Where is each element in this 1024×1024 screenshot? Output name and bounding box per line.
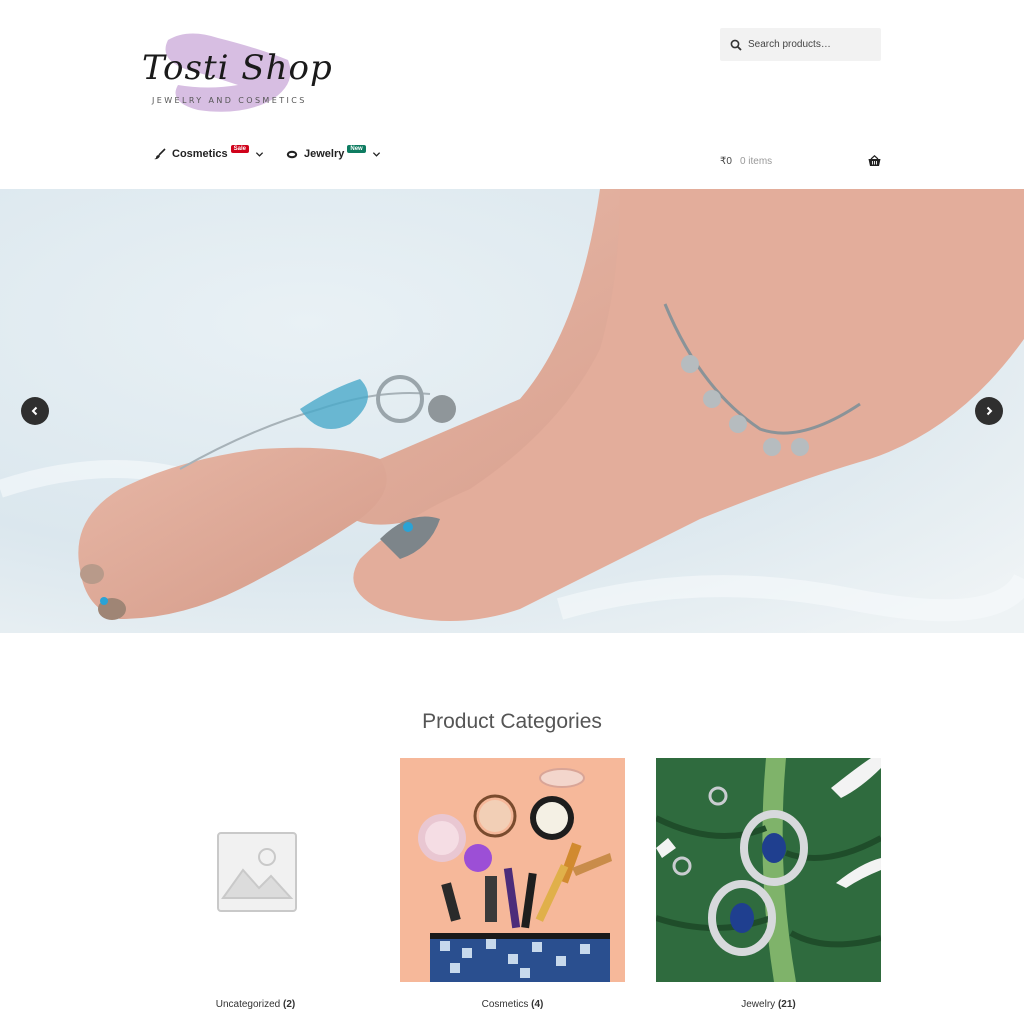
ring-icon (286, 150, 298, 159)
category-count: (2) (283, 999, 296, 1010)
chevron-down-icon[interactable] (255, 150, 264, 159)
cart-amount: ₹0 (720, 155, 732, 167)
primary-nav: Cosmetics Sale Jewelry New (154, 145, 381, 160)
category-image[interactable] (656, 758, 881, 982)
category-name: Jewelry (741, 999, 776, 1010)
chevron-right-icon (986, 406, 993, 416)
category-name: Cosmetics (481, 999, 529, 1010)
sale-badge: Sale (230, 145, 249, 153)
brush-icon (154, 148, 166, 160)
hero-slider (0, 189, 1024, 633)
placeholder-image-icon (143, 758, 368, 982)
hero-image-feet-jewelry (0, 189, 1024, 633)
product-search[interactable] (720, 28, 881, 61)
search-input[interactable] (748, 39, 868, 50)
category-name: Uncategorized (215, 999, 281, 1010)
new-badge: New (347, 145, 366, 153)
basket-icon[interactable] (868, 155, 881, 167)
category-label[interactable]: Cosmetics (4) (400, 999, 625, 1010)
category-count: (21) (777, 999, 796, 1010)
slider-prev-button[interactable] (21, 397, 49, 425)
category-card-jewelry[interactable]: Jewelry (21) (656, 758, 881, 1010)
nav-item-jewelry[interactable]: Jewelry New (286, 145, 381, 160)
category-card-cosmetics[interactable]: Cosmetics (4) (400, 758, 625, 1010)
nav-item-cosmetics[interactable]: Cosmetics Sale (154, 145, 264, 160)
category-image[interactable] (143, 758, 368, 982)
site-logo[interactable]: Tosti Shop JEWELRY AND COSMETICS (140, 28, 332, 118)
header-cart[interactable]: ₹0 0 items (720, 155, 881, 167)
category-label[interactable]: Uncategorized (2) (143, 999, 368, 1010)
cart-item-count: 0 items (739, 155, 773, 167)
category-count: (4) (531, 999, 544, 1010)
nav-label-jewelry: Jewelry (303, 148, 345, 160)
nav-label-cosmetics: Cosmetics (172, 148, 228, 160)
category-label[interactable]: Jewelry (21) (656, 999, 881, 1010)
cosmetics-photo (400, 758, 625, 982)
chevron-down-icon[interactable] (372, 150, 381, 159)
slider-next-button[interactable] (975, 397, 1003, 425)
category-image[interactable] (400, 758, 625, 982)
section-title-product-categories: Product Categories (422, 710, 602, 733)
logo-text: Tosti Shop (142, 48, 333, 88)
chevron-left-icon (31, 406, 38, 416)
logo-tagline: JEWELRY AND COSMETICS (152, 96, 307, 105)
category-card-uncategorized[interactable]: Uncategorized (2) (143, 758, 368, 1010)
earrings-photo (656, 758, 881, 982)
search-icon (730, 39, 742, 51)
